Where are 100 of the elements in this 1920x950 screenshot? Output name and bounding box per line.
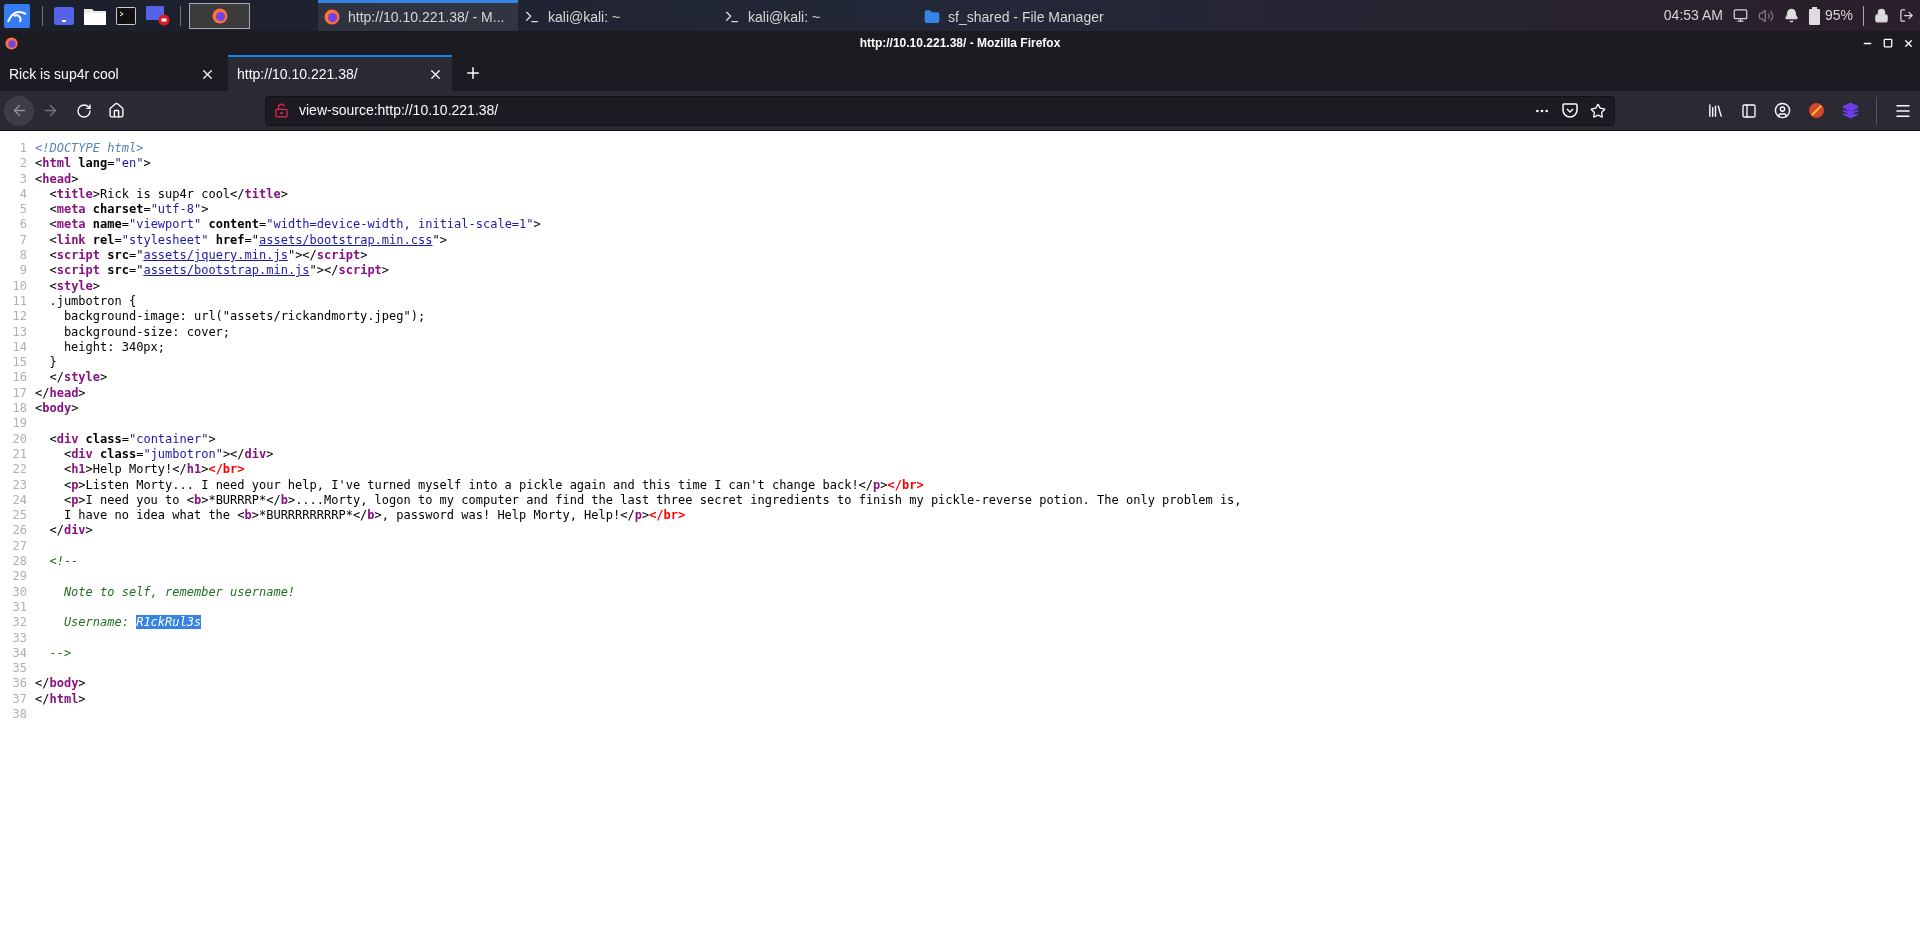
line-number: 30: [11, 584, 28, 600]
source-line: <link rel="stylesheet" href="assets/bootstrap.min.css">: [48, 232, 447, 249]
line-number: 9: [18, 263, 28, 279]
line-number: 19: [11, 416, 28, 432]
line-number: 32: [11, 615, 28, 631]
logout-icon[interactable]: [1899, 8, 1914, 23]
line-number: 8: [18, 248, 28, 264]
source-line: </body>: [35, 676, 86, 692]
source-line: <script src="assets/jquery.min.js"></script>: [48, 248, 368, 264]
source-line: <!DOCTYPE html>: [35, 141, 144, 157]
source-line: </div>: [48, 523, 93, 539]
pocket-icon[interactable]: [1562, 103, 1578, 118]
maximize-icon[interactable]: [1883, 37, 1893, 48]
source-line: <!--: [48, 554, 79, 570]
desktop-icon[interactable]: [54, 6, 74, 25]
source-line: <script src="assets/bootstrap.min.js"></script>: [48, 263, 390, 279]
line-number: 15: [11, 355, 28, 371]
line-number: 38: [11, 707, 28, 723]
line-number: 2: [18, 156, 28, 172]
line-number: 22: [11, 462, 28, 478]
new-tab-icon[interactable]: [464, 64, 482, 82]
line-number: 16: [11, 370, 28, 386]
volume-icon[interactable]: [1757, 7, 1774, 24]
source-line: height: 340px;: [62, 339, 166, 356]
line-number: 37: [11, 691, 28, 707]
line-number: 20: [11, 431, 28, 447]
line-number: 21: [11, 446, 28, 463]
source-line: background-size: cover;: [62, 324, 231, 340]
taskbar-window-button[interactable]: http://10.10.221.38/ - M...: [318, 0, 518, 31]
address-bar[interactable]: view-source:http://10.10.221.38/: [265, 95, 1615, 126]
source-line: -->: [48, 645, 72, 662]
source-line: Username: R1ckRul3s: [62, 615, 202, 631]
taskbar-window-button[interactable]: kali@kali: ~: [518, 0, 718, 31]
line-number: 23: [11, 477, 28, 493]
source-line: <div class="container">: [48, 431, 216, 447]
source-line: <style>: [48, 278, 101, 294]
line-number: 26: [11, 523, 28, 539]
source-line: <head>: [35, 171, 79, 187]
line-number: 14: [11, 339, 28, 356]
taskbar-window-button[interactable]: kali@kali: ~: [718, 0, 918, 31]
source-line: <html lang="en">: [35, 156, 151, 172]
source-line: .jumbotron {: [48, 293, 137, 310]
url-text: view-source:http://10.10.221.38/: [299, 101, 499, 120]
source-line: <meta charset="utf-8">: [48, 202, 209, 218]
line-number: 4: [18, 186, 28, 203]
source-link[interactable]: assets/jquery.min.js: [143, 248, 288, 263]
source-link[interactable]: assets/bootstrap.min.css: [259, 232, 433, 247]
battery-icon[interactable]: [1808, 6, 1820, 25]
line-number: 12: [11, 309, 28, 325]
source-line: <p>Listen Morty... I need your help, I've turned myself into a pickle again and this time I can't change back!</p></br>: [62, 477, 924, 493]
line-number: 11: [11, 293, 28, 310]
notification-bell-icon[interactable]: [1783, 8, 1799, 23]
line-number: 27: [11, 538, 28, 554]
lock-icon[interactable]: [1874, 8, 1889, 23]
screen-recorder-icon[interactable]: [146, 5, 170, 26]
close-icon[interactable]: [1903, 37, 1914, 49]
source-line: Note to self, remember username!: [62, 584, 296, 600]
window-title: http://10.10.221.38/ - Mozilla Firefox: [859, 35, 1061, 52]
account-icon[interactable]: [1774, 102, 1791, 119]
source-line: background-image: url("assets/rickandmorty.jpeg");: [62, 309, 426, 325]
line-number: 31: [11, 599, 28, 616]
terminal-icon[interactable]: [116, 6, 136, 25]
bookmark-star-icon[interactable]: [1590, 102, 1606, 119]
browser-icon: [5, 36, 18, 50]
line-number: 25: [11, 508, 28, 524]
folder-icon: [924, 9, 940, 25]
source-line: </head>: [35, 385, 86, 402]
home-icon[interactable]: [108, 102, 125, 119]
line-number: 5: [18, 202, 28, 218]
source-line: <div class="jumbotron"></div>: [62, 446, 274, 463]
line-number: 7: [18, 232, 28, 249]
line-number: 1: [18, 141, 28, 157]
source-link[interactable]: assets/bootstrap.min.js: [143, 263, 310, 278]
line-number: 35: [11, 661, 28, 677]
source-line: }: [48, 355, 57, 371]
library-icon[interactable]: [1707, 102, 1724, 119]
line-number: 13: [11, 324, 28, 340]
source-line: <meta name="viewport" content="width=device-width, initial-scale=1">: [48, 217, 541, 233]
battery-percentage: 95%: [1824, 6, 1853, 25]
source-line: <title>Rick is sup4r cool</title>: [48, 186, 288, 203]
sidebar-icon[interactable]: [1741, 102, 1757, 119]
file-manager-icon[interactable]: [84, 6, 106, 25]
line-number: 34: [11, 645, 28, 662]
display-icon[interactable]: [1732, 8, 1748, 23]
source-line: I have no idea what the <b>*BURRRRRRRRP*</b>, password was! Help Morty, Help!</p></br>: [62, 508, 686, 524]
taskbar-window-button[interactable]: sf_shared - File Manager: [918, 0, 1118, 31]
browser-thumbnail-button[interactable]: [189, 2, 250, 29]
line-number: 28: [11, 554, 28, 570]
reload-icon[interactable]: [76, 102, 92, 119]
line-number: 10: [11, 278, 28, 294]
browser-tab[interactable]: Rick is sup4r cool: [0, 55, 224, 91]
browser-icon: [211, 7, 228, 24]
terminal-icon: [524, 9, 540, 25]
clock-text[interactable]: 04:53 AM: [1663, 5, 1723, 26]
line-number: 17: [11, 385, 28, 402]
browser-tab[interactable]: http://10.10.221.38/: [228, 55, 452, 91]
source-line: <h1>Help Morty!</h1></br>: [62, 462, 245, 478]
line-number: 18: [11, 401, 28, 417]
line-number: 36: [11, 676, 28, 692]
insecure-lock-icon[interactable]: [274, 103, 289, 118]
